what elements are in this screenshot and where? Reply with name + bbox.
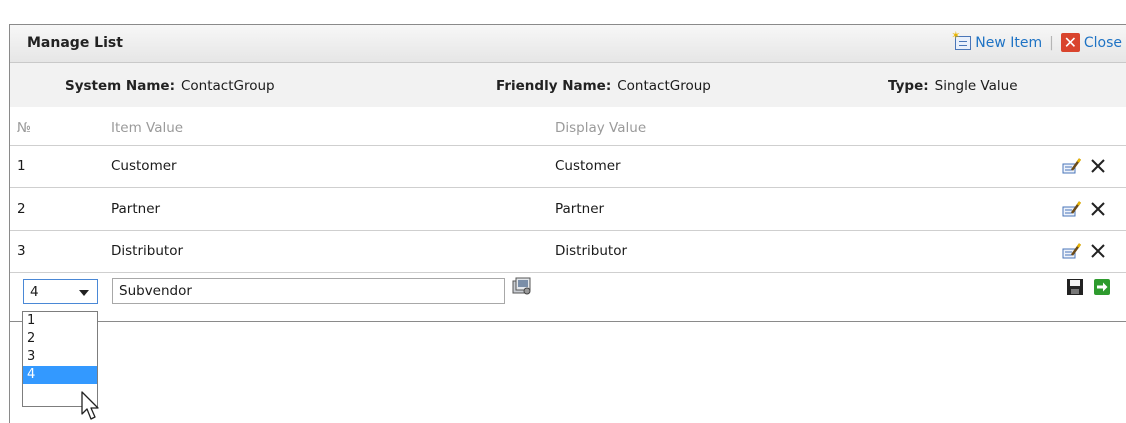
column-header-item-value: Item Value — [111, 120, 184, 136]
row-number: 2 — [17, 201, 26, 217]
close-icon: ✕ — [1060, 33, 1080, 52]
close-button[interactable]: ✕ Close — [1060, 33, 1122, 52]
row-display-value: Partner — [555, 201, 605, 217]
item-value-input[interactable] — [112, 278, 505, 304]
row-item-value: Partner — [111, 201, 161, 217]
system-name-label: System Name: — [65, 78, 175, 94]
table-row: 3 Distributor Distributor — [10, 230, 1126, 273]
panel-title: Manage List — [27, 35, 123, 51]
panel-left-border — [9, 322, 10, 423]
dropdown-option[interactable]: 3 — [23, 348, 97, 366]
type-info: Type: Single Value — [888, 78, 1018, 94]
row-display-value: Customer — [555, 158, 621, 174]
lookup-icon[interactable] — [510, 275, 534, 297]
type-value: Single Value — [934, 78, 1018, 94]
order-select[interactable]: 4 — [23, 279, 98, 304]
row-display-value: Distributor — [555, 243, 628, 259]
column-header-display-value: Display Value — [555, 120, 647, 136]
row-item-value: Customer — [111, 158, 177, 174]
chevron-down-icon — [79, 290, 89, 296]
dropdown-option[interactable]: 1 — [23, 312, 97, 330]
column-header-row: № Item Value Display Value — [10, 107, 1126, 146]
delete-icon[interactable] — [1088, 241, 1108, 261]
new-item-edit-row: 4 — [10, 271, 1126, 323]
panel-header: Manage List ✶ New Item | ✕ Close — [10, 25, 1126, 63]
list-info-row: System Name: ContactGroup Friendly Name: C… — [10, 63, 1126, 107]
row-actions — [1062, 156, 1108, 176]
row-number: 3 — [17, 243, 26, 259]
type-label: Type: — [888, 78, 929, 94]
table-row: 1 Customer Customer — [10, 145, 1126, 188]
edit-icon[interactable] — [1062, 156, 1082, 176]
row-actions — [1062, 199, 1108, 219]
mouse-cursor-icon — [81, 391, 99, 420]
manage-list-panel: Manage List ✶ New Item | ✕ Close System … — [9, 24, 1126, 322]
row-number: 1 — [17, 158, 26, 174]
save-icon[interactable] — [1066, 278, 1084, 296]
row-actions — [1062, 241, 1108, 261]
dropdown-option[interactable]: 2 — [23, 330, 97, 348]
new-item-icon: ✶ — [951, 30, 972, 50]
header-actions: ✶ New Item | ✕ Close — [951, 30, 1122, 52]
system-name-value: ContactGroup — [180, 78, 275, 94]
row-item-value: Distributor — [111, 243, 184, 259]
new-item-label: New Item — [975, 34, 1043, 51]
friendly-name-value: ContactGroup — [617, 78, 711, 94]
friendly-name-label: Friendly Name: — [496, 78, 612, 94]
dropdown-option-selected[interactable]: 4 — [23, 366, 97, 384]
header-separator: | — [1049, 34, 1054, 51]
new-item-button[interactable]: ✶ New Item — [951, 30, 1043, 51]
next-arrow-icon[interactable] — [1093, 278, 1111, 296]
friendly-name-info: Friendly Name: ContactGroup — [496, 78, 711, 94]
close-label: Close — [1083, 34, 1122, 51]
order-select-value: 4 — [30, 284, 39, 300]
edit-icon[interactable] — [1062, 241, 1082, 261]
delete-icon[interactable] — [1088, 199, 1108, 219]
column-header-number: № — [17, 120, 32, 136]
delete-icon[interactable] — [1088, 156, 1108, 176]
table-row: 2 Partner Partner — [10, 188, 1126, 231]
system-name-info: System Name: ContactGroup — [65, 78, 275, 94]
edit-icon[interactable] — [1062, 199, 1082, 219]
